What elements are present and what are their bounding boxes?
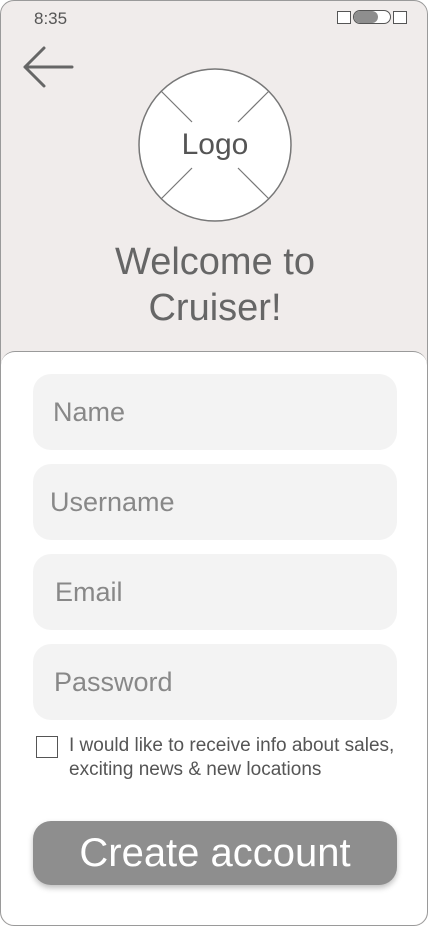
status-time: 8:35	[34, 9, 68, 28]
toggle-icon	[353, 10, 391, 24]
create-account-button[interactable]: Create account	[33, 821, 397, 885]
signup-form-card: I would like to receive info about sales…	[1, 351, 427, 925]
back-button[interactable]	[22, 45, 74, 89]
arrow-left-icon	[23, 46, 74, 88]
logo-label: Logo	[181, 128, 249, 161]
password-input[interactable]	[33, 644, 397, 720]
status-icons	[337, 10, 407, 24]
username-input[interactable]	[33, 464, 397, 540]
welcome-line-2: Cruiser!	[148, 287, 282, 329]
welcome-heading: Welcome to Cruiser!	[1, 239, 427, 331]
battery-icon	[393, 10, 407, 24]
consent-checkbox[interactable]	[36, 736, 58, 758]
phone-frame: 8:35 Logo Welcome to Cruiser! I would li…	[0, 0, 428, 926]
signal-icon	[337, 10, 351, 24]
name-input[interactable]	[33, 374, 397, 450]
welcome-line-1: Welcome to	[115, 241, 315, 283]
consent-label: I would like to receive info about sales…	[69, 735, 395, 780]
logo: Logo	[137, 67, 293, 223]
email-input[interactable]	[33, 554, 397, 630]
